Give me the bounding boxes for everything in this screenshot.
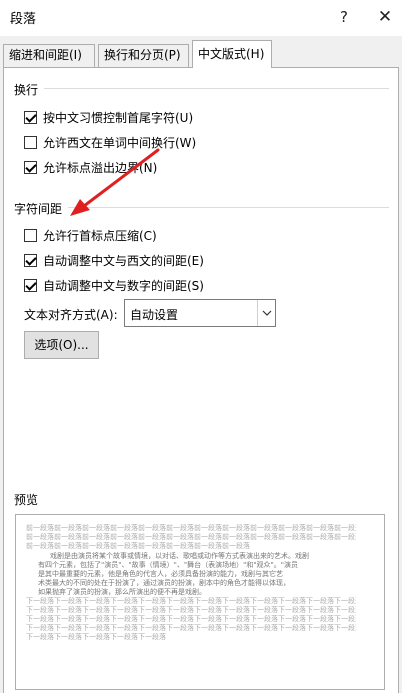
checkbox-label: 按中文习惯控制首尾字符(U) bbox=[43, 110, 194, 125]
close-button[interactable]: ✕ bbox=[372, 5, 398, 29]
preview-next-line: 下一段落下一段落下一段落下一段落下一段落下一段落下一段落下一段落下一段落下一段落… bbox=[26, 624, 356, 632]
preview-prev-line: 前一段落前一段落前一段落前一段落前一段落前一段落前一段落前一段落前一段落前一段落… bbox=[26, 524, 356, 532]
preview-body-line: 是其中最重要的元素，他是角色的代言人，必须具备扮演的能力，戏剧与其它艺 bbox=[38, 570, 283, 578]
checkbox-row-auto-space-asian-numbers[interactable]: 自动调整中文与数字的间距(S) bbox=[24, 276, 204, 294]
preview-next-line: 下一段落下一段落下一段落下一段落下一段落下一段落下一段落下一段落下一段落下一段落… bbox=[26, 597, 356, 605]
preview-box: 前一段落前一段落前一段落前一段落前一段落前一段落前一段落前一段落前一段落前一段落… bbox=[15, 514, 385, 690]
tab-line-page-breaks[interactable]: 换行和分页(P) bbox=[98, 44, 189, 67]
checkbox-label: 允许行首标点压缩(C) bbox=[43, 228, 157, 243]
preview-body-line: 如果抛弃了演员的扮演，那么所演出的便不再是戏剧。 bbox=[38, 588, 206, 596]
chevron-down-icon[interactable] bbox=[257, 300, 275, 326]
checkbox-allow-hanging-punctuation[interactable] bbox=[24, 160, 37, 174]
checkbox-compress-punctuation[interactable] bbox=[24, 228, 37, 242]
tab-indents-spacing[interactable]: 缩进和间距(I) bbox=[3, 44, 95, 67]
checkbox-auto-space-asian-numbers[interactable] bbox=[24, 278, 37, 292]
checkbox-control-first-last-chars[interactable] bbox=[24, 110, 37, 124]
checkbox-label: 允许西文在单词中间换行(W) bbox=[43, 135, 197, 150]
checkbox-allow-latin-wrap[interactable] bbox=[24, 135, 37, 149]
preview-label: 预览 bbox=[14, 493, 39, 507]
checkbox-row-allow-latin-wrap[interactable]: 允许西文在单词中间换行(W) bbox=[24, 133, 196, 151]
checkbox-row-allow-hanging-punctuation[interactable]: 允许标点溢出边界(N) bbox=[24, 158, 157, 176]
section-line-break-label: 换行 bbox=[14, 81, 45, 98]
text-alignment-label: 文本对齐方式(A): bbox=[24, 308, 118, 322]
help-button[interactable]: ? bbox=[331, 5, 357, 29]
checkbox-row-compress-punctuation[interactable]: 允许行首标点压缩(C) bbox=[24, 226, 157, 244]
checkbox-label: 允许标点溢出边界(N) bbox=[43, 160, 158, 175]
preview-prev-line: 前一段落前一段落前一段落前一段落前一段落前一段落前一段落前一段落前一段落前一段落… bbox=[26, 533, 356, 541]
preview-body-line: 有四个元素，包括了"演员"、"故事（情境）"、"舞台（表演场地）"和"观众"。"… bbox=[38, 561, 298, 569]
preview-next-line: 下一段落下一段落下一段落下一段落下一段落下一段落下一段落下一段落下一段落下一段落… bbox=[26, 615, 356, 623]
tab-strip: 缩进和间距(I) 换行和分页(P) 中文版式(H) bbox=[0, 40, 402, 68]
preview-next-line: 下一段落下一段落下一段落下一段落下一段落下一段落下一段落下一段落下一段落下一段落… bbox=[26, 606, 356, 614]
text-alignment-value: 自动设置 bbox=[130, 308, 179, 322]
title-bar: 段落 ? ✕ bbox=[0, 0, 402, 36]
preview-next-line: 下一段落下一段落下一段落下一段落下一段落 bbox=[26, 633, 166, 641]
tab-asian-typography[interactable]: 中文版式(H) bbox=[192, 40, 272, 68]
section-divider bbox=[68, 207, 389, 208]
dialog-title: 段落 bbox=[10, 12, 37, 27]
checkbox-row-control-first-last-chars[interactable]: 按中文习惯控制首尾字符(U) bbox=[24, 108, 193, 126]
text-alignment-select[interactable]: 自动设置 bbox=[124, 299, 276, 327]
section-char-spacing-label: 字符间距 bbox=[14, 200, 69, 217]
preview-body-line: 术类最大的不同的处在于扮演了，通过演员的扮演，剧本中的角色才能得以体现， bbox=[38, 579, 290, 587]
checkbox-auto-space-asian-latin[interactable] bbox=[24, 253, 37, 267]
checkbox-label: 自动调整中文与数字的间距(S) bbox=[43, 278, 204, 293]
checkbox-row-auto-space-asian-latin[interactable]: 自动调整中文与西文的间距(E) bbox=[24, 251, 204, 269]
preview-prev-line: 前一段落前一段落前一段落前一段落前一段落前一段落前一段落前一段落 bbox=[26, 542, 250, 550]
preview-body-line: 戏剧是由演员将某个故事或情境，以对话、歌唱或动作等方式表演出来的艺术。戏剧 bbox=[50, 552, 309, 560]
options-button[interactable]: 选项(O)... bbox=[24, 331, 99, 359]
section-divider bbox=[44, 88, 389, 89]
checkbox-label: 自动调整中文与西文的间距(E) bbox=[43, 253, 204, 268]
